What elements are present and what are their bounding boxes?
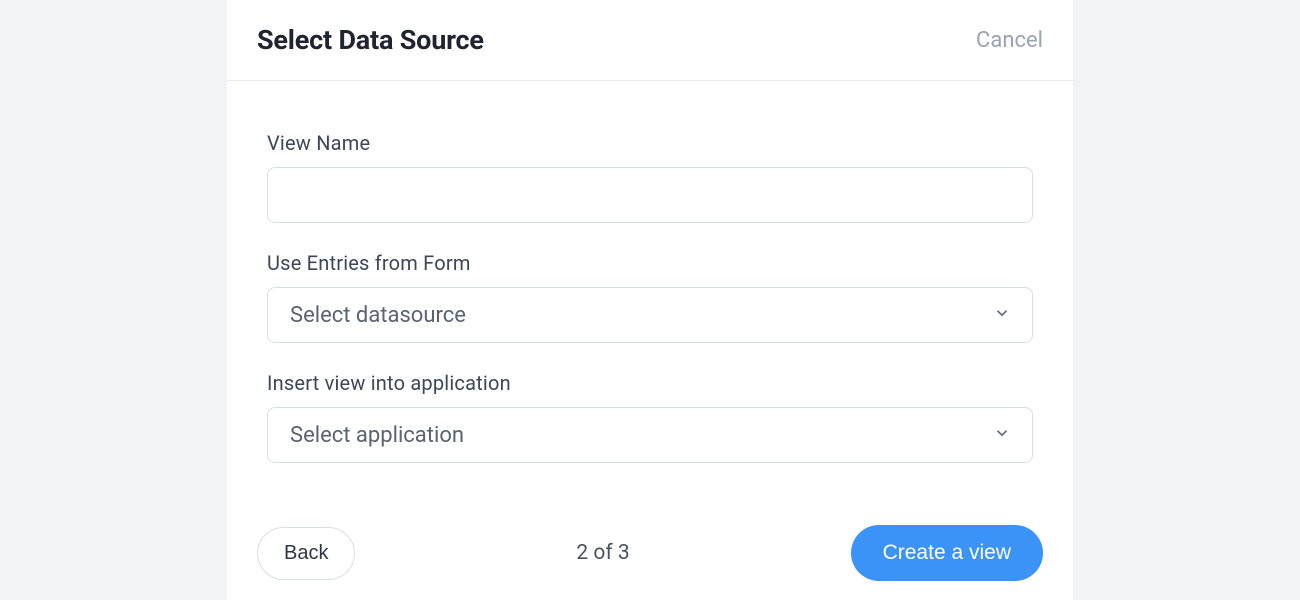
application-select[interactable]: Select application — [267, 407, 1033, 463]
modal-footer: Back 2 of 3 Create a view — [227, 491, 1073, 581]
form-group-view-name: View Name — [267, 131, 1033, 223]
datasource-select-value: Select datasource — [267, 287, 1033, 343]
view-name-input[interactable] — [267, 167, 1033, 223]
application-label: Insert view into application — [267, 371, 1033, 395]
form-group-application: Insert view into application Select appl… — [267, 371, 1033, 463]
application-select-value: Select application — [267, 407, 1033, 463]
create-view-button[interactable]: Create a view — [851, 525, 1043, 581]
modal-select-data-source: Select Data Source Cancel View Name Use … — [227, 0, 1073, 600]
datasource-label: Use Entries from Form — [267, 251, 1033, 275]
modal-title: Select Data Source — [257, 24, 484, 56]
view-name-label: View Name — [267, 131, 1033, 155]
modal-header: Select Data Source Cancel — [227, 0, 1073, 81]
form-group-datasource: Use Entries from Form Select datasource — [267, 251, 1033, 343]
datasource-select[interactable]: Select datasource — [267, 287, 1033, 343]
cancel-button[interactable]: Cancel — [976, 28, 1043, 53]
modal-body: View Name Use Entries from Form Select d… — [227, 81, 1073, 463]
back-button[interactable]: Back — [257, 527, 355, 580]
step-indicator: 2 of 3 — [576, 541, 629, 565]
